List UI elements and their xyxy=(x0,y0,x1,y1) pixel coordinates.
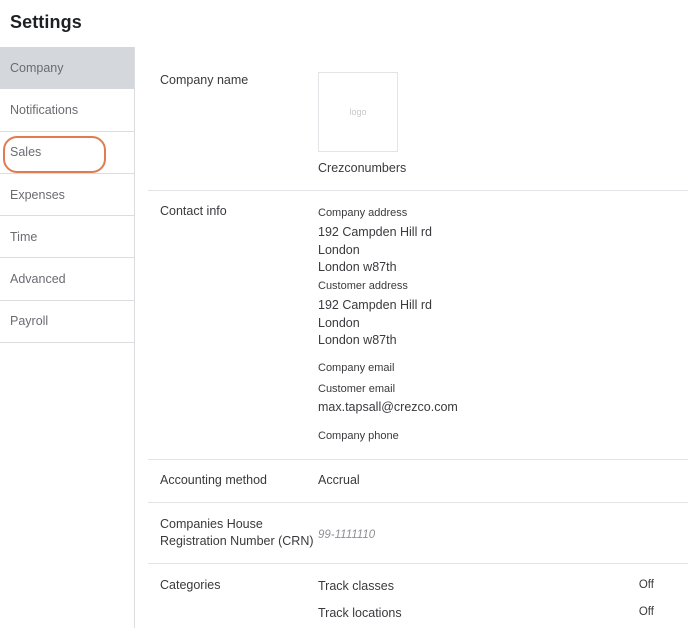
sidebar-item-label: Expenses xyxy=(10,187,65,202)
company-name-section[interactable]: Company name logo Crezconumbers xyxy=(148,47,688,191)
crn-section[interactable]: Companies House Registration Number (CRN… xyxy=(148,503,688,564)
crn-value: 99-1111110 xyxy=(318,529,376,541)
sidebar-item-expenses[interactable]: Expenses xyxy=(0,174,134,217)
section-label-line1: Companies House xyxy=(160,517,263,531)
logo-upload[interactable]: logo xyxy=(318,72,398,152)
company-email-heading: Company email xyxy=(318,362,395,374)
categories-section[interactable]: Categories Track classes Off Track locat… xyxy=(148,564,688,628)
sidebar-item-label: Notifications xyxy=(10,102,79,117)
track-locations-label: Track locations xyxy=(318,606,402,620)
sidebar-item-label: Time xyxy=(10,229,38,244)
section-label: Company name xyxy=(160,73,249,87)
sidebar-item-label: Company xyxy=(10,60,64,75)
logo-placeholder: logo xyxy=(349,107,367,117)
customer-email-heading: Customer email xyxy=(318,383,396,395)
sidebar-item-notifications[interactable]: Notifications xyxy=(0,89,134,132)
customer-address-heading: Customer address xyxy=(318,280,408,292)
track-classes-label: Track classes xyxy=(318,579,394,593)
sidebar-item-label: Advanced xyxy=(10,272,66,287)
company-address-heading: Company address xyxy=(318,207,408,219)
settings-sidebar: Company Notifications Sales Expenses Tim… xyxy=(0,47,135,628)
track-classes-state: Off xyxy=(638,579,654,591)
company-name-value: Crezconumbers xyxy=(318,161,407,175)
customer-address-line: 192 Campden Hill rd xyxy=(318,298,432,312)
section-label-line2: Registration Number (CRN) xyxy=(160,534,314,548)
company-settings-content: Company name logo Crezconumbers Contact … xyxy=(148,47,688,628)
company-address-line: 192 Campden Hill rd xyxy=(318,225,432,239)
customer-email-value: max.tapsall@crezco.com xyxy=(318,400,458,414)
page-title: Settings xyxy=(10,12,82,32)
sidebar-item-time[interactable]: Time xyxy=(0,216,134,259)
sidebar-item-advanced[interactable]: Advanced xyxy=(0,258,134,301)
track-locations-state: Off xyxy=(638,606,654,618)
customer-address-line: London w87th xyxy=(318,333,397,347)
sidebar-item-payroll[interactable]: Payroll xyxy=(0,301,134,344)
contact-info-section[interactable]: Contact info Company address 192 Campden… xyxy=(148,191,688,460)
sidebar-item-sales[interactable]: Sales xyxy=(0,132,134,174)
accounting-method-section[interactable]: Accounting method Accrual xyxy=(148,460,688,503)
sidebar-item-label: Sales xyxy=(10,145,42,160)
sidebar-item-label: Payroll xyxy=(10,314,49,329)
section-label: Accounting method xyxy=(160,473,268,487)
company-address-line: London w87th xyxy=(318,260,397,274)
customer-address-line: London xyxy=(318,316,360,330)
company-address-line: London xyxy=(318,243,360,257)
accounting-method-value: Accrual xyxy=(318,473,360,487)
section-label: Categories xyxy=(160,578,221,592)
sidebar-item-company[interactable]: Company xyxy=(0,47,134,90)
company-phone-heading: Company phone xyxy=(318,430,399,442)
section-label: Contact info xyxy=(160,204,227,218)
